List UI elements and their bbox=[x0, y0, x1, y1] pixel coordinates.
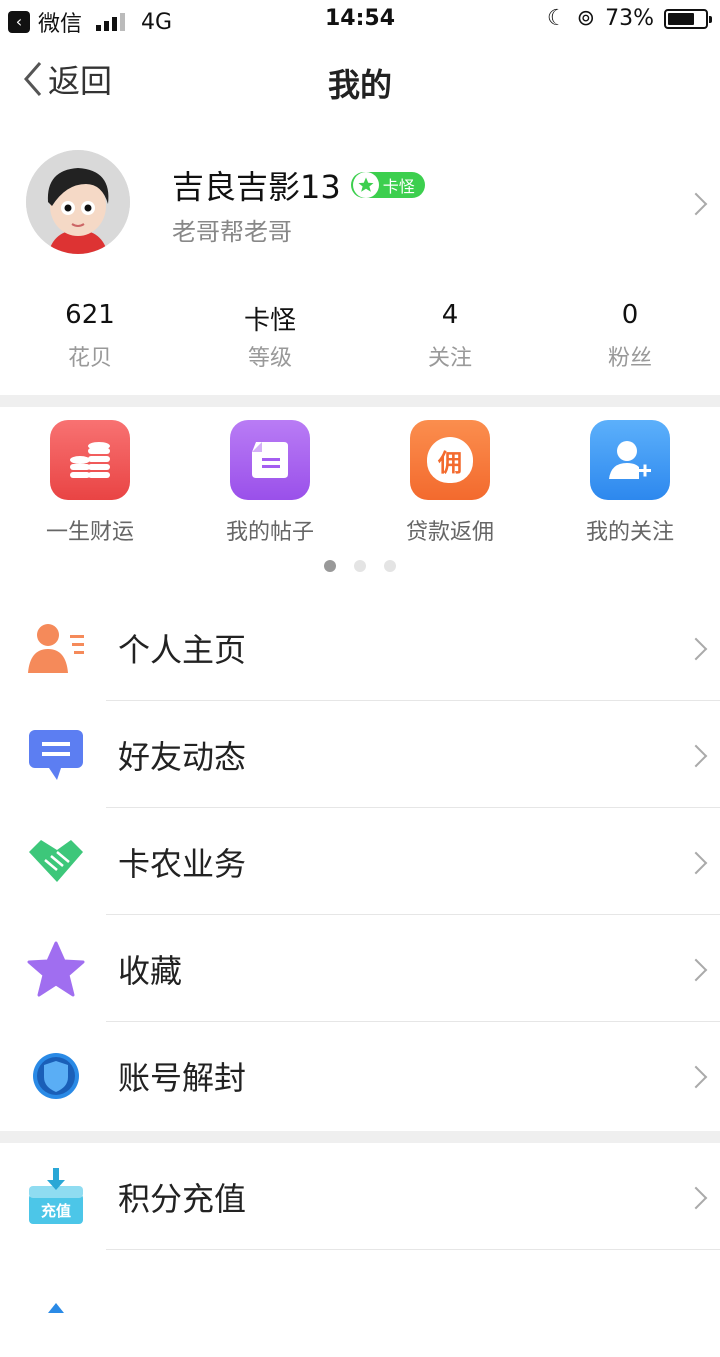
stat-following[interactable]: 4 关注 bbox=[360, 300, 540, 372]
quick-action-loan-rebate[interactable]: 佣 贷款返佣 bbox=[360, 420, 540, 546]
chevron-right-icon bbox=[684, 1065, 708, 1089]
money-bag-icon: 佣 bbox=[410, 420, 490, 500]
user-add-icon bbox=[590, 420, 670, 500]
menu-item-label: 积分充值 bbox=[118, 1179, 247, 1218]
handshake-icon bbox=[26, 832, 86, 892]
profile-card[interactable]: 吉良吉影13 卡怪 老哥帮老哥 bbox=[0, 148, 720, 258]
battery-icon bbox=[664, 8, 712, 29]
menu-item-kanong-business[interactable]: 卡农业务 bbox=[0, 808, 720, 915]
menu-item-friend-feed[interactable]: 好友动态 bbox=[0, 701, 720, 808]
person-list-icon bbox=[26, 618, 86, 678]
stat-value: 0 bbox=[621, 300, 639, 330]
menu-item-label: 卡农业务 bbox=[118, 844, 247, 883]
nav-bar: 返回 我的 bbox=[0, 40, 720, 122]
stats-row: 621 花贝 卡怪等级 4 关注 0 粉丝 bbox=[0, 300, 720, 372]
profile-subtitle: 老哥帮老哥 bbox=[172, 218, 292, 246]
recharge-box-icon: 充值 bbox=[26, 1167, 86, 1227]
menu-item-personal-home[interactable]: 个人主页 bbox=[0, 594, 720, 701]
shield-icon bbox=[26, 1046, 86, 1106]
menu-item-label: 账号解封 bbox=[118, 1058, 247, 1097]
stat-value: 卡怪 bbox=[243, 306, 296, 336]
page-dot[interactable] bbox=[354, 560, 366, 572]
quick-action-label: 贷款返佣 bbox=[405, 520, 494, 545]
battery-percent: 73% bbox=[605, 6, 654, 31]
quick-actions: 一生财运 我的帖子 佣 贷款返佣 我的关注 bbox=[0, 420, 720, 546]
menu-item-account-unlock[interactable]: 账号解封 bbox=[0, 1022, 720, 1129]
stat-followers[interactable]: 0 粉丝 bbox=[540, 300, 720, 372]
chat-bubble-icon bbox=[26, 725, 86, 785]
menu-item-label: 收藏 bbox=[118, 951, 183, 990]
menu-item-label: 个人主页 bbox=[118, 630, 247, 669]
section-divider bbox=[0, 395, 720, 407]
money-bag-glyph: 佣 bbox=[427, 437, 473, 483]
menu-item-points-recharge[interactable]: 充值 积分充值 bbox=[0, 1143, 720, 1250]
menu-group-1: 个人主页 好友动态 卡农业务 收藏 账号解封 bbox=[0, 594, 720, 1129]
stat-value: 4 bbox=[441, 300, 459, 330]
chevron-right-icon bbox=[684, 192, 708, 216]
coins-icon bbox=[50, 420, 130, 500]
menu-item-favorites[interactable]: 收藏 bbox=[0, 915, 720, 1022]
star-icon bbox=[26, 939, 86, 999]
chevron-right-icon bbox=[684, 851, 708, 875]
profile-name: 吉良吉影13 bbox=[172, 168, 341, 206]
chevron-right-icon bbox=[684, 744, 708, 768]
stat-label: 花贝 bbox=[67, 346, 112, 371]
stat-label: 关注 bbox=[427, 346, 472, 371]
quick-action-label: 一生财运 bbox=[45, 520, 134, 545]
recharge-glyph: 充值 bbox=[40, 1201, 71, 1220]
stat-label: 等级 bbox=[247, 346, 292, 371]
quick-action-my-posts[interactable]: 我的帖子 bbox=[180, 420, 360, 546]
quick-action-label: 我的关注 bbox=[585, 520, 674, 545]
quick-action-fortune[interactable]: 一生财运 bbox=[0, 420, 180, 546]
chevron-right-icon bbox=[684, 637, 708, 661]
menu-item-label: 好友动态 bbox=[118, 737, 247, 776]
stat-level[interactable]: 卡怪 等级 bbox=[180, 300, 360, 372]
moon-icon: ☾ bbox=[546, 6, 567, 31]
section-divider bbox=[0, 1131, 720, 1143]
chevron-right-icon bbox=[684, 1186, 708, 1210]
menu-group-2: 充值 积分充值 bbox=[0, 1143, 720, 1357]
stat-label: 粉丝 bbox=[607, 346, 652, 371]
page-dot[interactable] bbox=[384, 560, 396, 572]
status-bar: ‹ 微信 4G 14:54 ☾ ⊚ 73% bbox=[0, 0, 720, 40]
stat-points[interactable]: 621 花贝 bbox=[0, 300, 180, 372]
chevron-right-icon bbox=[684, 958, 708, 982]
quick-action-my-follows[interactable]: 我的关注 bbox=[540, 420, 720, 546]
stat-value: 621 bbox=[65, 300, 115, 330]
avatar[interactable] bbox=[26, 150, 130, 254]
document-icon bbox=[230, 420, 310, 500]
quick-action-label: 我的帖子 bbox=[225, 520, 314, 545]
page-title: 我的 bbox=[327, 66, 392, 104]
level-badge-label: 卡怪 bbox=[382, 177, 415, 196]
partial-icon bbox=[26, 1278, 86, 1338]
page-indicator bbox=[0, 560, 720, 572]
orientation-lock-icon: ⊚ bbox=[576, 6, 596, 31]
menu-item-next[interactable] bbox=[0, 1250, 720, 1357]
star-icon bbox=[352, 172, 379, 198]
level-badge: 卡怪 bbox=[350, 172, 425, 198]
page-dot[interactable] bbox=[324, 560, 336, 572]
